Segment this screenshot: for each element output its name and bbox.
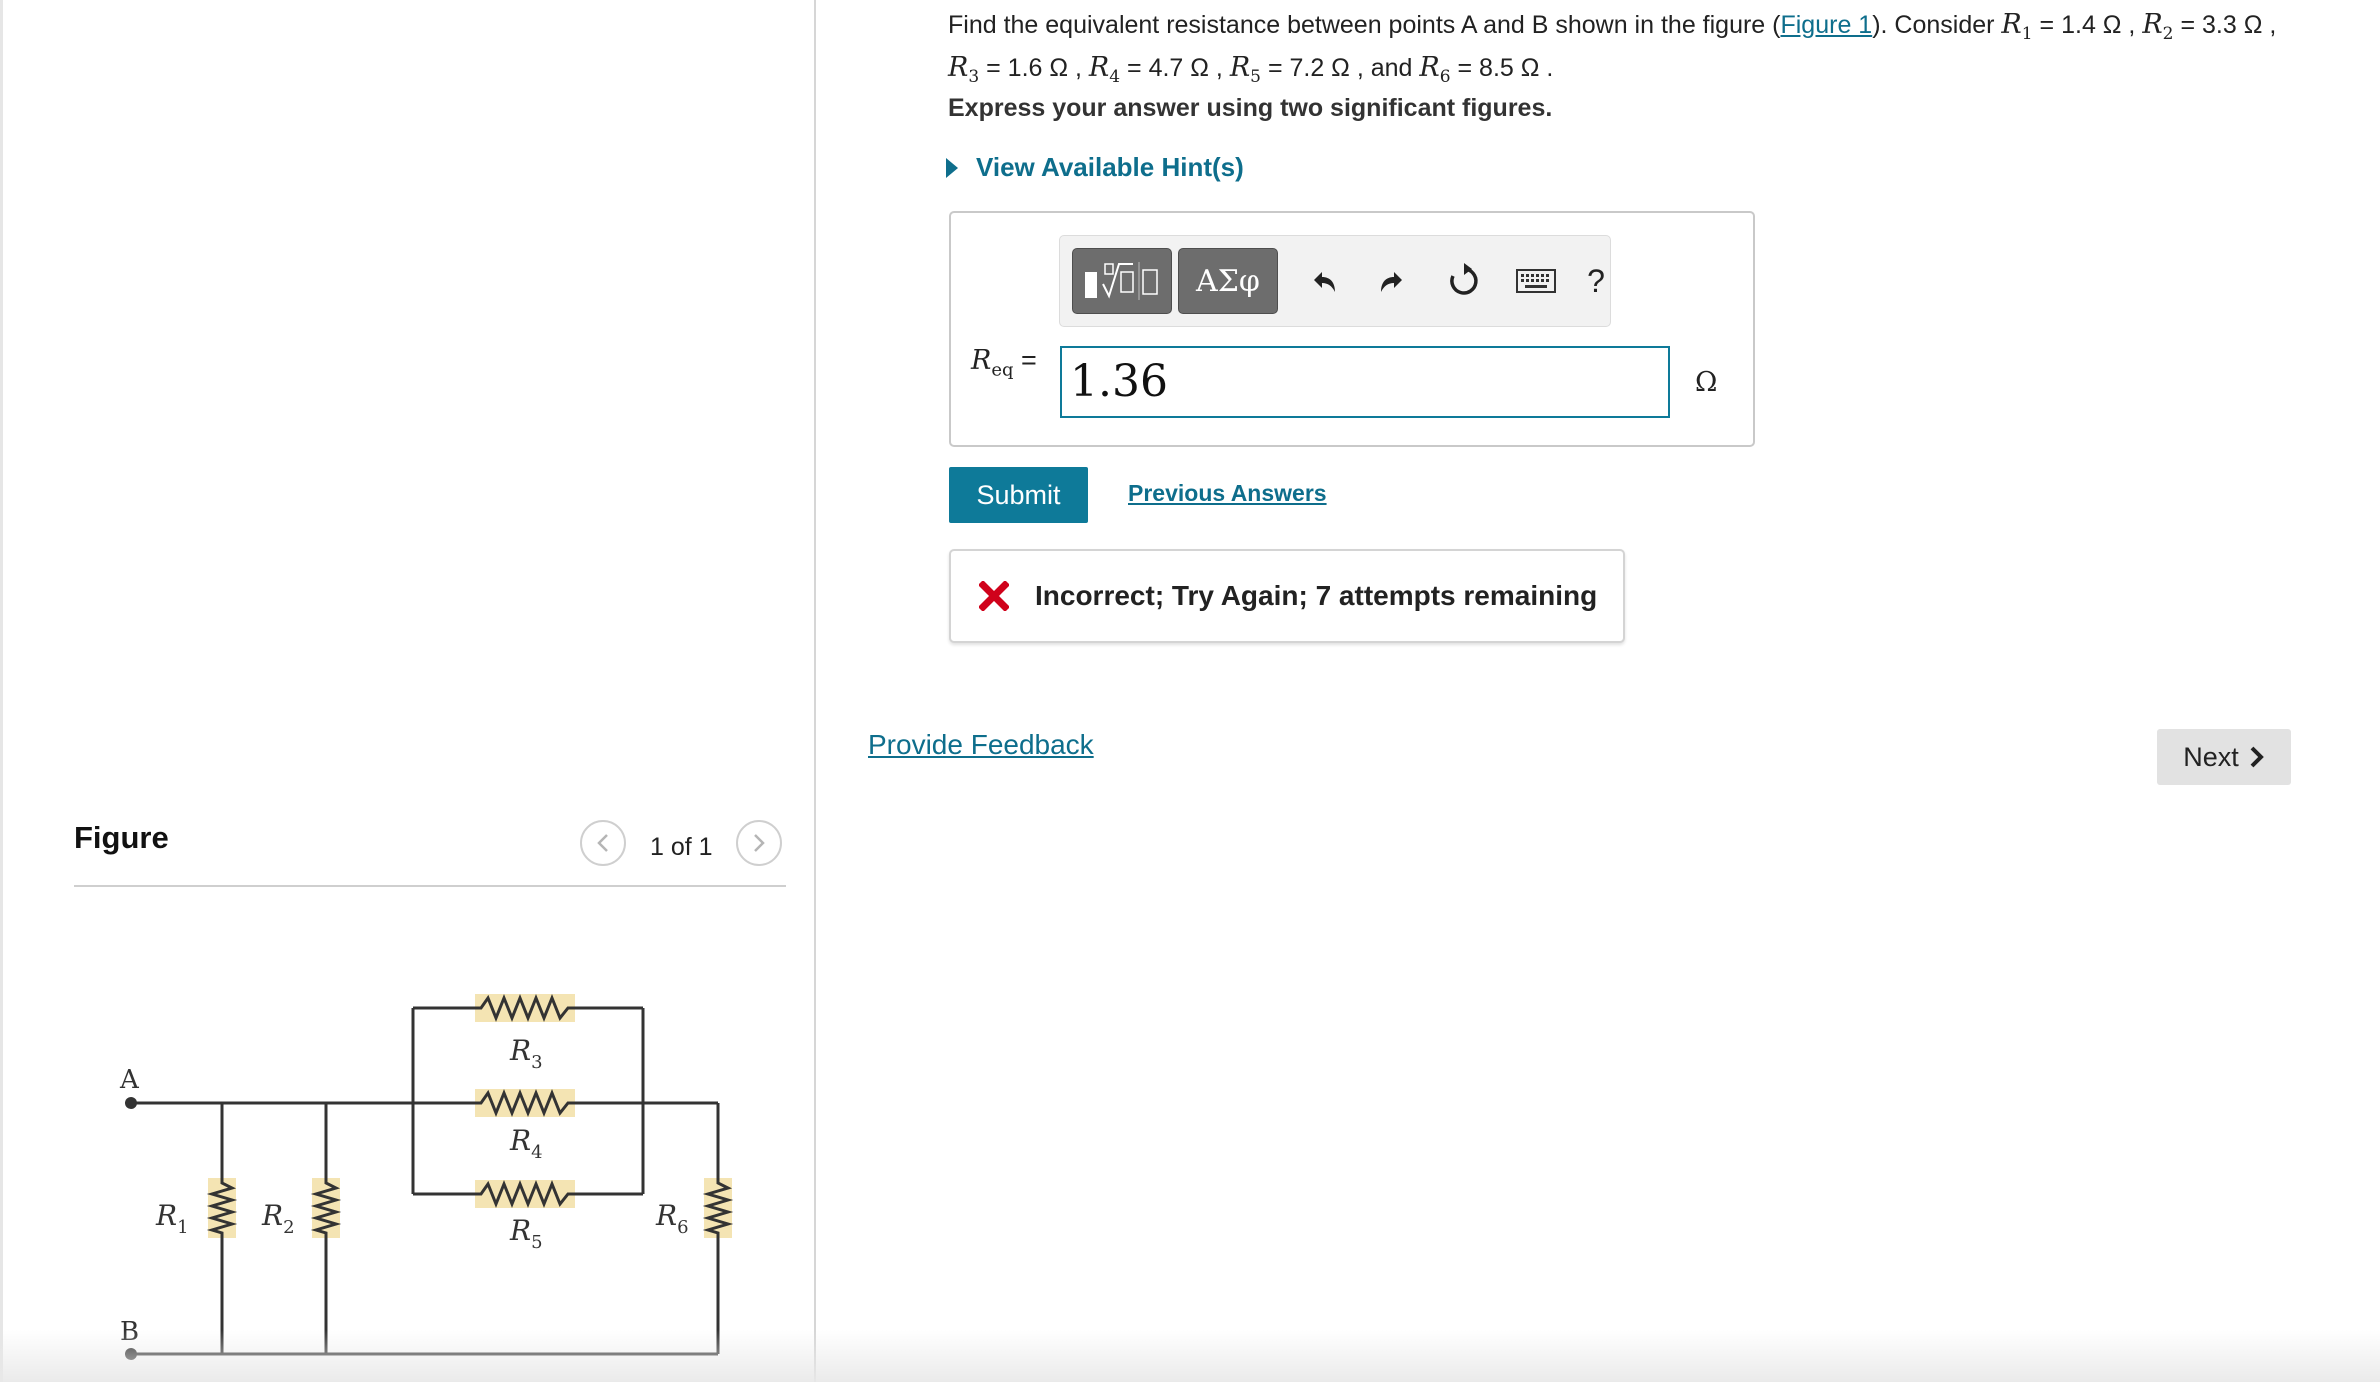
label-symbol: R: [971, 345, 992, 376]
question-text: Find the equivalent resistance between p…: [948, 8, 2278, 94]
circuit-diagram: A B R1 R2 R3 R4 R5 R6: [119, 993, 734, 1360]
resistor-symbol: R: [1088, 52, 1110, 83]
resistor-value-text: = 1.4 Ω ,: [2039, 11, 2136, 39]
undo-icon: [1314, 272, 1335, 292]
resistor-value-4: R4 = 4.7 Ω ,: [1088, 52, 1230, 87]
previous-figure-button[interactable]: [580, 820, 626, 866]
left-edge: [0, 0, 3, 1382]
terminal-A: [125, 1097, 137, 1109]
figure-pager-count: 1 of 1: [650, 833, 713, 861]
resistor-value-text: = 4.7 Ω ,: [1127, 54, 1223, 82]
resistor-symbol: R: [1419, 52, 1440, 83]
chevron-right-icon: [2250, 746, 2264, 768]
label-R5: R5: [509, 1214, 543, 1253]
answer-instruction: Express your answer using two significan…: [948, 94, 1553, 122]
label-R6: R6: [655, 1199, 689, 1238]
next-figure-button[interactable]: [736, 820, 782, 866]
answer-variable-label: Req =: [971, 345, 1037, 380]
help-button[interactable]: ?: [1572, 254, 1620, 308]
greek-symbols-button[interactable]: ΑΣφ: [1178, 248, 1278, 314]
reset-icon: [1450, 263, 1478, 295]
resistor-value-1: R1 = 1.4 Ω ,: [2001, 9, 2142, 44]
question-intro: Find the equivalent resistance between p…: [948, 11, 1781, 39]
figure-link[interactable]: Figure 1: [1780, 11, 1872, 39]
resistor-value-2: R2 = 3.3 Ω ,: [2142, 9, 2277, 44]
resistor-value-text: = 1.6 Ω ,: [986, 54, 1082, 82]
resistor-subscript: 6: [1439, 67, 1451, 87]
resistor-value-text: = 8.5 Ω .: [1457, 54, 1554, 82]
incorrect-x-icon: [979, 581, 1009, 611]
previous-answers-link[interactable]: Previous Answers: [1128, 480, 1327, 507]
figure-title: Figure: [74, 820, 169, 855]
label-R3: R3: [509, 1034, 543, 1073]
resistor-subscript: 3: [968, 67, 980, 87]
label-A: A: [119, 1065, 140, 1095]
resistor-value-5: R5 = 7.2 Ω , and: [1229, 52, 1420, 87]
resistor-value-text: = 3.3 Ω ,: [2180, 11, 2277, 39]
figure-header-rule: [74, 885, 786, 887]
feedback-message: Incorrect; Try Again; 7 attempts remaini…: [949, 549, 1625, 643]
terminal-B: [125, 1348, 137, 1360]
label-R4: R4: [509, 1124, 543, 1163]
templates-button[interactable]: [1072, 248, 1172, 314]
resistor-symbol: R: [1229, 52, 1251, 83]
next-button[interactable]: Next: [2157, 729, 2291, 785]
resistor-subscript: 1: [2021, 24, 2033, 44]
label-equals: =: [1021, 345, 1037, 375]
panel-divider: [814, 0, 816, 1382]
resistor-R6: [702, 1178, 734, 1238]
answer-unit: Ω: [1695, 367, 1718, 398]
resistor-R2: [310, 1178, 342, 1238]
resistor-R3: [475, 993, 575, 1023]
resistor-symbol: R: [2001, 9, 2022, 40]
redo-icon: [1381, 272, 1402, 292]
answer-input[interactable]: 1.36: [1060, 346, 1670, 418]
keyboard-icon: [1516, 269, 1556, 293]
resistor-R1: [206, 1178, 238, 1238]
chevron-right-icon: [754, 834, 765, 852]
resistor-symbol: R: [948, 52, 969, 83]
math-toolbar: ΑΣφ ?: [1059, 235, 1611, 327]
label-B: B: [120, 1317, 139, 1347]
reset-button[interactable]: [1440, 254, 1488, 308]
view-hints-toggle[interactable]: View Available Hint(s): [946, 152, 1244, 183]
submit-button[interactable]: Submit: [949, 467, 1088, 523]
resistor-R5: [475, 1179, 575, 1209]
resistor-subscript: 2: [2162, 24, 2174, 44]
undo-button[interactable]: [1300, 254, 1348, 308]
keyboard-button[interactable]: [1512, 254, 1560, 308]
label-subscript: eq: [991, 359, 1014, 381]
label-R2: R2: [261, 1199, 295, 1238]
chevron-left-icon: [597, 834, 608, 852]
resistor-subscript: 4: [1109, 67, 1121, 87]
caret-right-icon: [946, 157, 958, 178]
question-consider: ). Consider: [1872, 11, 2002, 39]
resistor-R4: [475, 1088, 575, 1118]
resistor-symbol: R: [2142, 9, 2163, 40]
resistor-subscript: 5: [1250, 67, 1261, 87]
answer-box: ΑΣφ ? Req = 1.36 Ω: [949, 211, 1755, 447]
provide-feedback-link[interactable]: Provide Feedback: [868, 729, 1094, 761]
label-R1: R1: [155, 1199, 189, 1238]
resistor-value-6: R6 = 8.5 Ω .: [1419, 52, 1554, 87]
feedback-text: Incorrect; Try Again; 7 attempts remaini…: [1035, 580, 1598, 611]
next-label: Next: [2183, 741, 2239, 772]
resistor-value-3: R3 = 1.6 Ω ,: [948, 52, 1089, 87]
sqrt-template-icon: [1085, 262, 1158, 300]
resistor-value-text: = 7.2 Ω , and: [1267, 54, 1413, 82]
hints-label: View Available Hint(s): [976, 152, 1244, 182]
redo-button[interactable]: [1368, 254, 1416, 308]
